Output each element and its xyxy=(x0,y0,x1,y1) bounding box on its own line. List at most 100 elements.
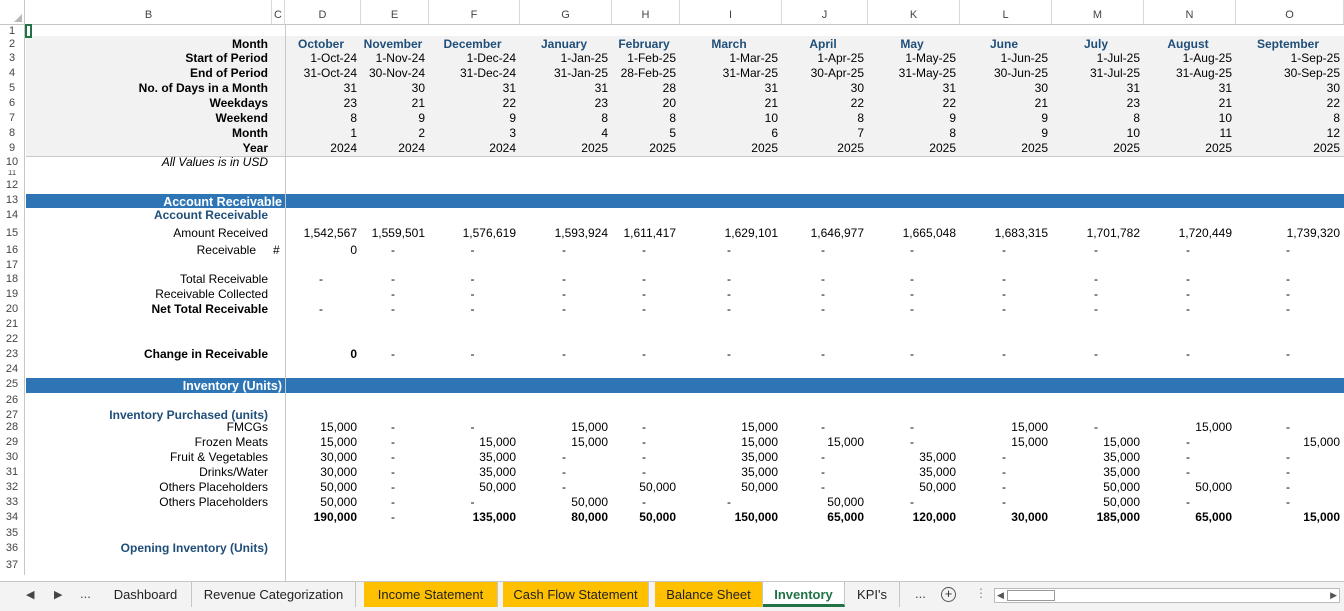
month-name: October xyxy=(297,37,344,51)
sheet-tab-inventory[interactable]: Inventory xyxy=(763,582,845,607)
gridline xyxy=(285,24,286,581)
inventory-value: - xyxy=(1286,495,1290,509)
prev-sheet-icon[interactable]: ◀ xyxy=(26,588,34,601)
header-label: Start of Period xyxy=(185,51,268,65)
month-name: September xyxy=(1256,37,1320,51)
scrollbar-thumb[interactable] xyxy=(1007,590,1055,601)
select-all-corner[interactable] xyxy=(0,0,25,24)
row-header-17[interactable]: 17 xyxy=(0,258,25,272)
ar-value: 0 xyxy=(350,243,357,257)
sheet-tab-revenue-categorization[interactable]: Revenue Categorization xyxy=(192,582,356,607)
column-header-h[interactable]: H xyxy=(612,0,680,24)
period-value: 2025 xyxy=(1313,141,1340,155)
row-header-12[interactable]: 12 xyxy=(0,178,25,193)
sheet-tab-income-statement[interactable]: Income Statement xyxy=(364,582,498,607)
row-header-18[interactable]: 18 xyxy=(0,272,25,287)
period-value: 10 xyxy=(1126,126,1140,140)
sheet-tab-balance-sheet[interactable]: Balance Sheet xyxy=(655,582,763,607)
row-header-24[interactable]: 24 xyxy=(0,362,25,377)
row-header-20[interactable]: 20 xyxy=(0,302,25,317)
more-sheets-left[interactable]: ... xyxy=(80,586,91,601)
row-header-14[interactable]: 14 xyxy=(0,208,25,226)
ar-value: - xyxy=(910,302,914,316)
ar-value: - xyxy=(391,243,395,257)
inventory-value: - xyxy=(821,480,825,494)
column-header-l[interactable]: L xyxy=(960,0,1052,24)
column-header-j[interactable]: J xyxy=(782,0,868,24)
column-header-d[interactable]: D xyxy=(285,0,361,24)
column-header-k[interactable]: K xyxy=(868,0,960,24)
row-header-11[interactable]: 11 xyxy=(0,170,25,178)
next-sheet-icon[interactable]: ▶ xyxy=(54,588,62,601)
ar-value: - xyxy=(1186,302,1190,316)
ar-value: - xyxy=(727,287,731,301)
column-header-m[interactable]: M xyxy=(1052,0,1144,24)
horizontal-scrollbar[interactable]: ◀ ▶ xyxy=(994,588,1340,603)
row-header-4[interactable]: 4 xyxy=(0,66,25,81)
row-header-15[interactable]: 15 xyxy=(0,226,25,243)
tab-splitter-icon[interactable]: ⋮ xyxy=(975,586,987,600)
row-header-28[interactable]: 28 xyxy=(0,420,25,435)
period-value: 11 xyxy=(1219,126,1232,140)
column-header-g[interactable]: G xyxy=(520,0,612,24)
row-header-10[interactable]: 10 xyxy=(0,155,25,170)
row-header-36[interactable]: 36 xyxy=(0,541,25,558)
sheet-tab-kpi-s[interactable]: KPI's xyxy=(845,582,900,607)
row-header-3[interactable]: 3 xyxy=(0,51,25,66)
scroll-right-icon[interactable]: ▶ xyxy=(1330,589,1337,602)
row-header-22[interactable]: 22 xyxy=(0,332,25,347)
row-header-19[interactable]: 19 xyxy=(0,287,25,302)
more-sheets-right[interactable]: ... xyxy=(915,586,926,601)
period-value: 30-Nov-24 xyxy=(368,66,425,80)
row-header-1[interactable]: 1 xyxy=(0,24,25,37)
column-header-c[interactable]: C xyxy=(272,0,285,24)
period-value: 2025 xyxy=(929,141,956,155)
inventory-value: - xyxy=(391,435,395,449)
period-value: 3 xyxy=(509,126,516,140)
sheet-tab-cash-flow-statement[interactable]: Cash Flow Statement xyxy=(503,582,649,607)
row-header-23[interactable]: 23 xyxy=(0,347,25,362)
inventory-value: - xyxy=(1286,420,1290,434)
row-header-7[interactable]: 7 xyxy=(0,111,25,126)
period-value: 2025 xyxy=(751,141,778,155)
row-header-6[interactable]: 6 xyxy=(0,96,25,111)
row-header-29[interactable]: 29 xyxy=(0,435,25,450)
sheet-tab-dashboard[interactable]: Dashboard xyxy=(100,582,192,607)
gridline xyxy=(26,156,1344,157)
row-header-13[interactable]: 13 xyxy=(0,193,25,208)
inventory-value: - xyxy=(821,450,825,464)
row-header-34[interactable]: 34 xyxy=(0,510,25,526)
row-header-16[interactable]: 16 xyxy=(0,243,25,258)
spreadsheet-grid[interactable]: BCDEFGHIJKLMNO 1 2 3 4 5 6 7 8 9 10 11 12 13 14 15 16 17… xyxy=(0,0,1344,581)
row-header-5[interactable]: 5 xyxy=(0,81,25,96)
row-header-35[interactable]: 35 xyxy=(0,526,25,541)
active-cell-selection[interactable] xyxy=(25,24,32,38)
column-header-e[interactable]: E xyxy=(361,0,429,24)
row-header-25[interactable]: 25 xyxy=(0,377,25,393)
row-header-8[interactable]: 8 xyxy=(0,126,25,141)
ar-value: - xyxy=(1094,272,1098,286)
month-name: April xyxy=(809,37,837,51)
period-value: 9 xyxy=(949,111,956,125)
row-header-9[interactable]: 9 xyxy=(0,141,25,155)
column-header-n[interactable]: N xyxy=(1144,0,1236,24)
row-header-2[interactable]: 2 xyxy=(0,37,25,51)
column-header-b[interactable]: B xyxy=(26,0,272,24)
row-header-33[interactable]: 33 xyxy=(0,495,25,510)
add-sheet-icon[interactable]: + xyxy=(941,587,956,602)
row-header-21[interactable]: 21 xyxy=(0,317,25,332)
period-value: 31 xyxy=(502,81,516,95)
row-header-31[interactable]: 31 xyxy=(0,465,25,480)
row-header-32[interactable]: 32 xyxy=(0,480,25,495)
inventory-value: - xyxy=(642,450,646,464)
inventory-value: - xyxy=(562,465,566,479)
column-header-f[interactable]: F xyxy=(429,0,520,24)
row-header-37[interactable]: 37 xyxy=(0,558,25,575)
scroll-left-icon[interactable]: ◀ xyxy=(997,589,1004,602)
row-header-27[interactable]: 27 xyxy=(0,408,25,421)
column-header-o[interactable]: O xyxy=(1236,0,1344,24)
column-header-i[interactable]: I xyxy=(680,0,782,24)
row-header-26[interactable]: 26 xyxy=(0,393,25,408)
ar-value: - xyxy=(1286,287,1290,301)
row-header-30[interactable]: 30 xyxy=(0,450,25,465)
